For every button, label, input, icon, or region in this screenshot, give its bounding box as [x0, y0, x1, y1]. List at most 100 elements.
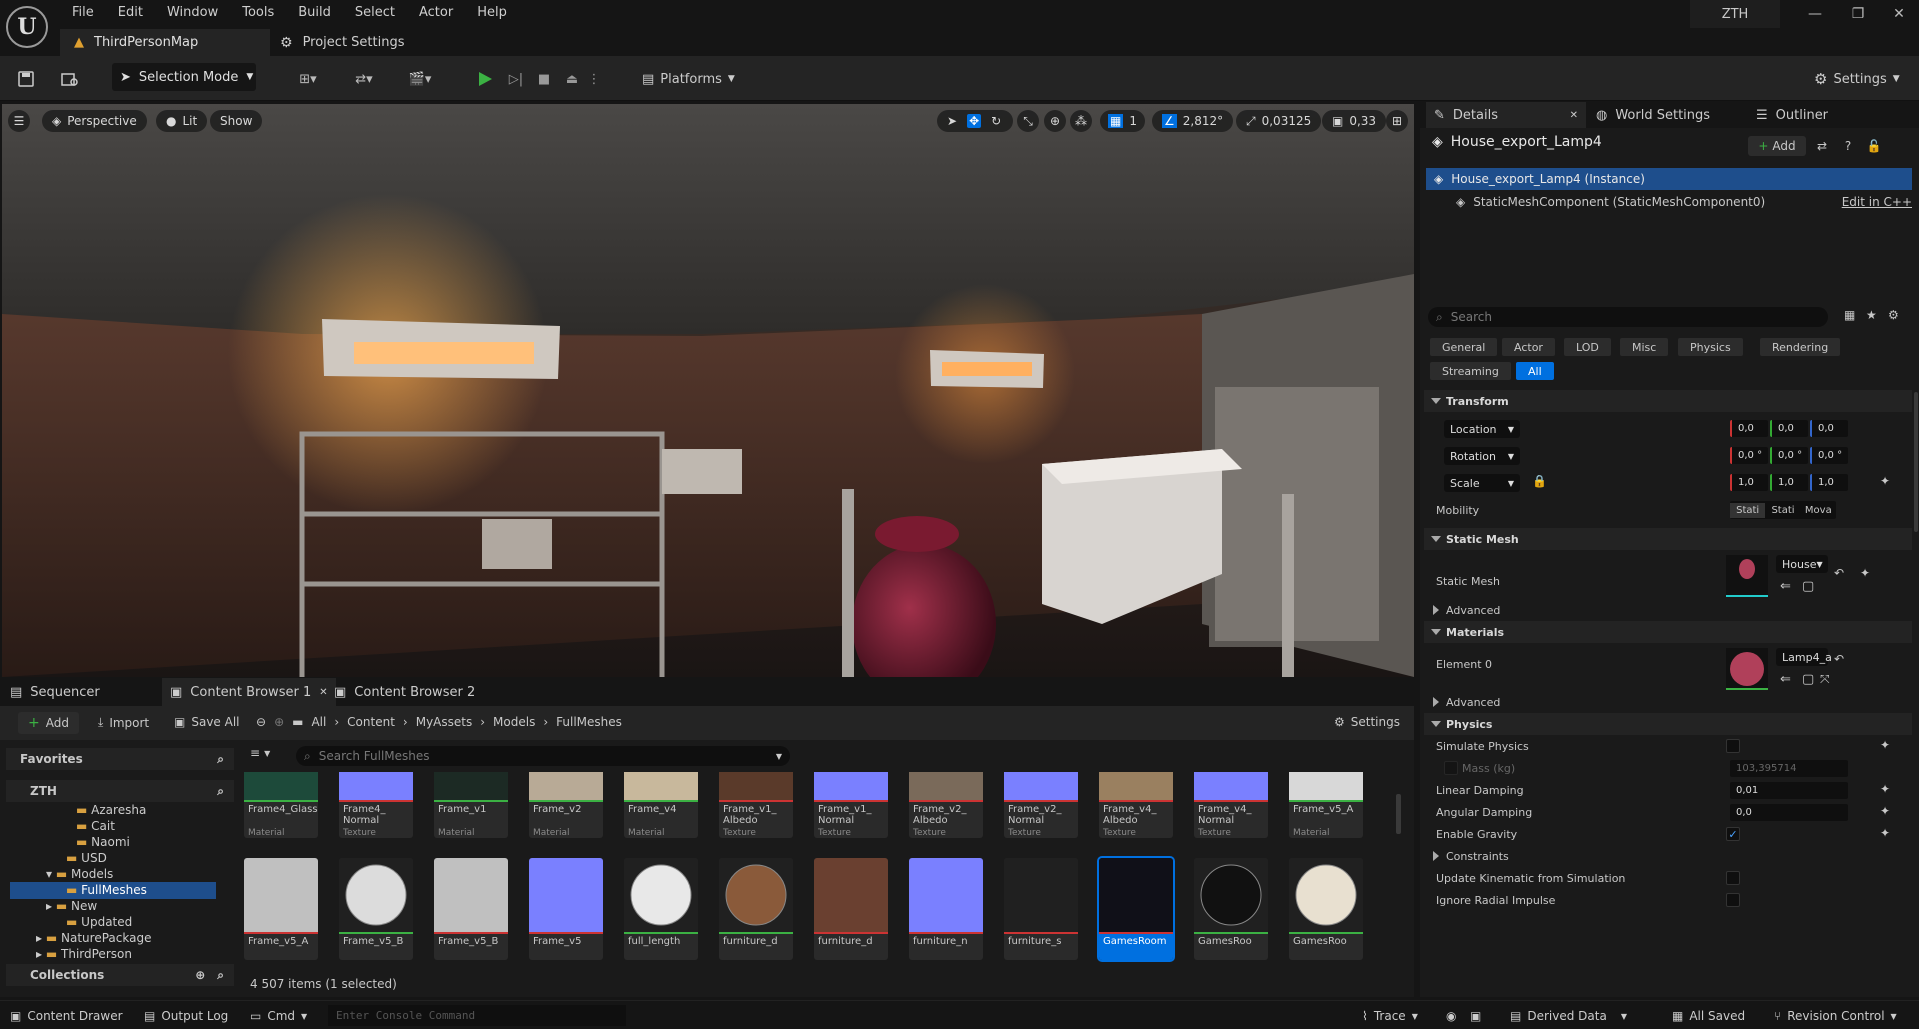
move-tool-icon[interactable]: ✥: [967, 114, 982, 128]
transform-tools[interactable]: ➤ ✥ ↻: [937, 110, 1013, 132]
menu-actor[interactable]: Actor: [407, 2, 465, 24]
asset-tile[interactable]: full_length: [624, 858, 698, 960]
browse-content-icon[interactable]: [58, 65, 82, 93]
perspective-button[interactable]: ◈ Perspective: [42, 110, 147, 132]
path-myassets[interactable]: MyAssets: [416, 715, 473, 729]
path-all[interactable]: All: [311, 715, 326, 729]
materials-advanced[interactable]: Advanced: [1424, 691, 1912, 713]
menu-file[interactable]: File: [60, 2, 106, 24]
asset-tile[interactable]: furniture_d: [719, 858, 793, 960]
mobility-movable[interactable]: Mova: [1801, 505, 1836, 516]
rotation-snap-button[interactable]: ∠ 2,812°: [1152, 110, 1234, 132]
filter-general[interactable]: General: [1430, 338, 1498, 356]
reset-arrow-icon[interactable]: ✦: [1880, 804, 1890, 818]
asset-tile[interactable]: Frame_v2_ Albedo Texture: [909, 772, 983, 838]
update-kinematic-checkbox[interactable]: [1726, 871, 1740, 885]
scale-dropdown[interactable]: Scale ▼: [1444, 474, 1520, 492]
tree-fullmeshes[interactable]: ▬ FullMeshes: [66, 883, 147, 897]
path-content[interactable]: Content: [347, 715, 395, 729]
save-all-button[interactable]: ▣ Save All: [174, 715, 240, 729]
mobility-static[interactable]: Stati: [1730, 502, 1766, 518]
surface-snap-icon[interactable]: ⁂: [1070, 110, 1092, 132]
trace-dropdown[interactable]: ⌇ Trace ▼: [1362, 1006, 1418, 1026]
asset-tile[interactable]: Frame_v4_ Normal Texture: [1194, 772, 1268, 838]
asset-tile[interactable]: furniture_s: [1004, 858, 1078, 960]
filter-lod[interactable]: LOD: [1564, 338, 1611, 356]
reset-icon[interactable]: ↶: [1834, 652, 1844, 666]
revision-control-dropdown[interactable]: ⑂ Revision Control ▼: [1774, 1006, 1897, 1026]
lock-scale-icon[interactable]: 🔒: [1532, 474, 1547, 488]
tree-naturepackage[interactable]: ▸ ▬ NaturePackage: [36, 931, 151, 945]
tree-cait[interactable]: ▬ Cait: [76, 819, 115, 833]
tree-updated[interactable]: ▬ Updated: [66, 915, 132, 929]
asset-tile[interactable]: Frame_v4 Material: [624, 772, 698, 838]
asset-search-input[interactable]: ⌕ Search FullMeshes ▼: [296, 746, 790, 766]
details-scrollbar[interactable]: [1914, 392, 1918, 532]
tree-new[interactable]: ▸ ▬ New: [46, 899, 97, 913]
search-icon[interactable]: ⌕: [217, 968, 224, 983]
settings-dropdown[interactable]: ⚙ Settings ▼: [1814, 65, 1900, 93]
output-log-button[interactable]: ▤ Output Log: [144, 1006, 228, 1026]
forward-icon[interactable]: ⊕: [274, 715, 284, 729]
level-viewport[interactable]: ☰ ◈ Perspective ● Lit Show ➤ ✥ ↻ ⤡ ⊕ ⁂ ▦…: [2, 104, 1414, 677]
tree-thirdperson[interactable]: ▸ ▬ ThirdPerson: [36, 947, 132, 959]
constraints-row[interactable]: Constraints: [1424, 845, 1912, 867]
import-button[interactable]: ⤓ Import: [98, 715, 149, 730]
rotation-x[interactable]: 0,0 °: [1730, 447, 1768, 464]
tab-project-settings[interactable]: ⚙ Project Settings: [280, 29, 405, 56]
viewport-menu-icon[interactable]: ☰: [8, 110, 30, 132]
location-x[interactable]: 0,0: [1730, 420, 1768, 437]
scale-z[interactable]: 1,0: [1810, 474, 1848, 491]
add-actor-icon[interactable]: ⊞▾: [288, 65, 328, 93]
show-button[interactable]: Show: [210, 110, 263, 132]
tab-content-browser-1[interactable]: ▣ Content Browser 1 ✕: [162, 678, 336, 706]
zth-root[interactable]: ZTH ⌕: [6, 780, 234, 802]
browse-asset-icon[interactable]: ▢: [1802, 579, 1814, 594]
maximize-icon[interactable]: ❐: [1838, 4, 1878, 24]
static-mesh-advanced[interactable]: Advanced: [1424, 599, 1912, 621]
filter-all[interactable]: All: [1516, 362, 1554, 380]
rotation-dropdown[interactable]: Rotation ▼: [1444, 447, 1520, 465]
mass-override-checkbox[interactable]: [1444, 761, 1458, 775]
scale-snap-button[interactable]: ⤢ 0,03125: [1236, 110, 1322, 132]
filter-physics[interactable]: Physics: [1678, 338, 1743, 356]
browse-asset-icon[interactable]: ▢: [1802, 672, 1814, 687]
content-drawer-button[interactable]: ▣ Content Drawer: [10, 1006, 123, 1026]
mobility-stationary[interactable]: Stati: [1765, 505, 1800, 516]
filter-misc[interactable]: Misc: [1620, 338, 1669, 356]
tab-sequencer[interactable]: ▤ Sequencer: [2, 678, 108, 706]
screenshot-icon[interactable]: ▣: [1470, 1006, 1481, 1026]
menu-help[interactable]: Help: [465, 2, 519, 24]
search-icon[interactable]: ⌕: [217, 784, 224, 799]
play-icon[interactable]: [472, 65, 498, 93]
details-search[interactable]: ⌕ Search: [1428, 307, 1828, 327]
physics-section[interactable]: Physics: [1424, 713, 1912, 735]
asset-tile[interactable]: Frame_v5_B: [434, 858, 508, 960]
eject-icon[interactable]: ⏏: [560, 65, 584, 93]
blueprint-icon[interactable]: ⇄: [1812, 136, 1832, 156]
save-icon[interactable]: [14, 65, 38, 93]
filter-rendering[interactable]: Rendering: [1760, 338, 1841, 356]
platforms-dropdown[interactable]: ▤ Platforms ▼: [642, 65, 735, 93]
asset-tile[interactable]: GamesRoo: [1289, 858, 1363, 960]
blueprint-icon[interactable]: ⇄▾: [344, 65, 384, 93]
lock-icon[interactable]: 🔓: [1864, 136, 1884, 156]
static-mesh-picker[interactable]: House ▼: [1776, 555, 1828, 573]
asset-tile[interactable]: Frame_v4_ Albedo Texture: [1099, 772, 1173, 838]
static-mesh-section[interactable]: Static Mesh: [1424, 528, 1912, 550]
edit-in-cpp-link[interactable]: Edit in C++: [1842, 195, 1912, 209]
minimize-icon[interactable]: —: [1795, 4, 1835, 24]
reset-arrow-icon[interactable]: ✦: [1880, 826, 1890, 840]
reset-to-default-icon[interactable]: ⤧: [1820, 672, 1830, 687]
reset-arrow-icon[interactable]: ✦: [1880, 738, 1890, 752]
tab-world-settings[interactable]: ◍ World Settings: [1588, 102, 1710, 128]
tab-details[interactable]: ✎ Details ✕: [1426, 102, 1586, 128]
tab-outliner[interactable]: ☰ Outliner: [1748, 102, 1828, 128]
record-icon[interactable]: ◉: [1446, 1006, 1456, 1026]
scale-y[interactable]: 1,0: [1770, 474, 1808, 491]
filter-button[interactable]: ≡ ▼: [250, 746, 270, 760]
reset-icon[interactable]: ↶: [1834, 566, 1844, 580]
lit-button[interactable]: ● Lit: [156, 110, 208, 132]
reset-arrow-icon[interactable]: ✦: [1880, 474, 1890, 488]
menu-select[interactable]: Select: [343, 2, 407, 24]
